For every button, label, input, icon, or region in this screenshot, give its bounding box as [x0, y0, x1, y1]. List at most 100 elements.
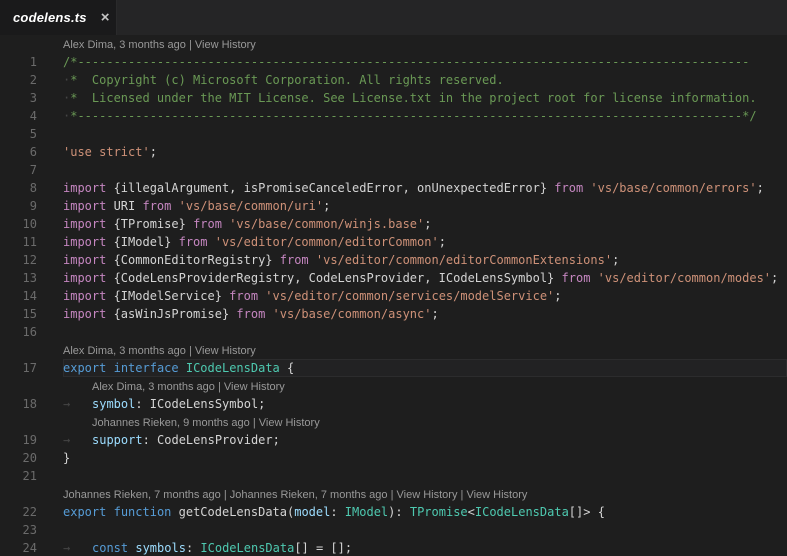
gutter: 4 [0, 107, 63, 125]
codelens-link[interactable]: Alex Dima, 3 months ago [63, 39, 186, 51]
code-line[interactable]: import {illegalArgument, isPromiseCancel… [63, 179, 787, 197]
line-number [0, 413, 37, 431]
code-line[interactable]: import {asWinJsPromise} from 'vs/base/co… [63, 305, 787, 323]
code-token: } [63, 451, 70, 465]
codelens-content: Alex Dima, 3 months ago | View History [63, 377, 787, 395]
gutter: 20 [0, 449, 63, 467]
codelens-row: Alex Dima, 3 months ago | View History [0, 377, 787, 395]
codelens-row: Alex Dima, 3 months ago | View History [0, 35, 787, 53]
code-token: 'use strict' [63, 145, 150, 159]
code-line[interactable]: →const symbols: ICodeLensData[] = []; [63, 539, 787, 556]
codelens-link[interactable]: View History [466, 489, 527, 501]
line-number: 9 [0, 197, 37, 215]
gutter: 2 [0, 71, 63, 89]
line-number: 1 [0, 53, 37, 71]
code-line[interactable] [63, 467, 787, 485]
code-token: from [229, 289, 265, 303]
code-token: import [63, 199, 114, 213]
line-number: 20 [0, 449, 37, 467]
line-number: 14 [0, 287, 37, 305]
line-number: 7 [0, 161, 37, 179]
code-token: ; [757, 181, 764, 195]
codelens-link[interactable]: Alex Dima, 3 months ago [63, 345, 186, 357]
code-line[interactable]: /*--------------------------------------… [63, 53, 787, 71]
codelens-link[interactable]: View History [224, 381, 285, 393]
codelens-link[interactable]: View History [195, 345, 256, 357]
code-token [179, 361, 186, 375]
code-token: ICodeLensData [186, 361, 280, 375]
code-line[interactable]: export function getCodeLensData(model: I… [63, 503, 787, 521]
code-token: ; [439, 235, 446, 249]
code-line-row: 9 import URI from 'vs/base/common/uri'; [0, 197, 787, 215]
code-line-row: 10 import {TPromise} from 'vs/base/common… [0, 215, 787, 233]
code-line-row: 8import {illegalArgument, isPromiseCance… [0, 179, 787, 197]
codelens-row: Johannes Rieken, 7 months ago | Johannes… [0, 485, 787, 503]
code-line[interactable] [63, 323, 787, 341]
code-line-row: 13import {CodeLensProviderRegistry, Code… [0, 269, 787, 287]
code-line-row: 5 [0, 125, 787, 143]
code-token: *---------------------------------------… [70, 109, 756, 123]
code-line[interactable]: import URI from 'vs/base/common/uri'; [63, 197, 787, 215]
code-token: 'vs/base/common/winjs.base' [229, 217, 424, 231]
codelens-row: Johannes Rieken, 9 months ago | View His… [0, 413, 787, 431]
code-line[interactable]: } [63, 449, 787, 467]
code-line[interactable]: ·*--------------------------------------… [63, 107, 787, 125]
code-token: {TPromise} [114, 217, 193, 231]
code-line[interactable]: 'use strict'; [63, 143, 787, 161]
code-token: ; [612, 253, 619, 267]
code-token: URI [114, 199, 143, 213]
line-number: 12 [0, 251, 37, 269]
code-line[interactable]: →support: CodeLensProvider; [63, 431, 787, 449]
code-token: import [63, 235, 114, 249]
code-token: {CommonEditorRegistry} [114, 253, 280, 267]
code-token: from [142, 199, 178, 213]
code-token: function [114, 505, 172, 519]
code-line-row: 18→symbol: ICodeLensSymbol; [0, 395, 787, 413]
code-line[interactable]: export interface ICodeLensData { [63, 359, 787, 377]
code-token: export [63, 505, 106, 519]
code-token: 'vs/editor/common/services/modelService' [265, 289, 554, 303]
code-token: export [63, 361, 106, 375]
line-number: 10 [0, 215, 37, 233]
tab-codelens-ts[interactable]: codelens.ts × [0, 0, 117, 35]
code-token: : ICodeLensSymbol; [135, 397, 265, 411]
codelens-link[interactable]: View History [397, 489, 458, 501]
codelens-link[interactable]: Johannes Rieken, 9 months ago [92, 417, 250, 429]
line-number: 22 [0, 503, 37, 521]
code-token: ; [424, 217, 431, 231]
close-icon[interactable]: × [101, 10, 110, 25]
code-token: getCodeLensData( [179, 505, 295, 519]
code-token: {IModel} [114, 235, 179, 249]
code-token: 'vs/base/common/async' [273, 307, 432, 321]
code-token: ; [431, 307, 438, 321]
code-line[interactable] [63, 521, 787, 539]
code-line[interactable]: ·* Copyright (c) Microsoft Corporation. … [63, 71, 787, 89]
gutter: 16 [0, 323, 63, 341]
code-token: from [280, 253, 316, 267]
code-line[interactable]: ·* Licensed under the MIT License. See L… [63, 89, 787, 107]
code-line[interactable]: import {CommonEditorRegistry} from 'vs/e… [63, 251, 787, 269]
line-number: 21 [0, 467, 37, 485]
code-token: from [562, 271, 598, 285]
code-line[interactable] [63, 125, 787, 143]
code-token: * Licensed under the MIT License. See Li… [70, 91, 756, 105]
code-line[interactable]: →symbol: ICodeLensSymbol; [63, 395, 787, 413]
code-token: * Copyright (c) Microsoft Corporation. A… [70, 73, 503, 87]
code-line[interactable]: import {IModelService} from 'vs/editor/c… [63, 287, 787, 305]
codelens-link[interactable]: View History [259, 417, 320, 429]
gutter: 14 [0, 287, 63, 305]
editor-rows: Alex Dima, 3 months ago | View History1/… [0, 35, 787, 556]
codelens-link[interactable]: Johannes Rieken, 7 months ago [63, 489, 221, 501]
code-token: ; [554, 289, 561, 303]
code-line[interactable]: import {CodeLensProviderRegistry, CodeLe… [63, 269, 787, 287]
codelens-link[interactable]: Alex Dima, 3 months ago [92, 381, 215, 393]
codelens-link[interactable]: View History [195, 39, 256, 51]
codelens-link[interactable]: Johannes Rieken, 7 months ago [230, 489, 388, 501]
code-line[interactable]: import {IModel} from 'vs/editor/common/e… [63, 233, 787, 251]
line-number [0, 377, 37, 395]
code-line[interactable]: import {TPromise} from 'vs/base/common/w… [63, 215, 787, 233]
gutter: 18 [0, 395, 63, 413]
gutter: 19 [0, 431, 63, 449]
code-line[interactable] [63, 161, 787, 179]
code-token: {IModelService} [114, 289, 230, 303]
